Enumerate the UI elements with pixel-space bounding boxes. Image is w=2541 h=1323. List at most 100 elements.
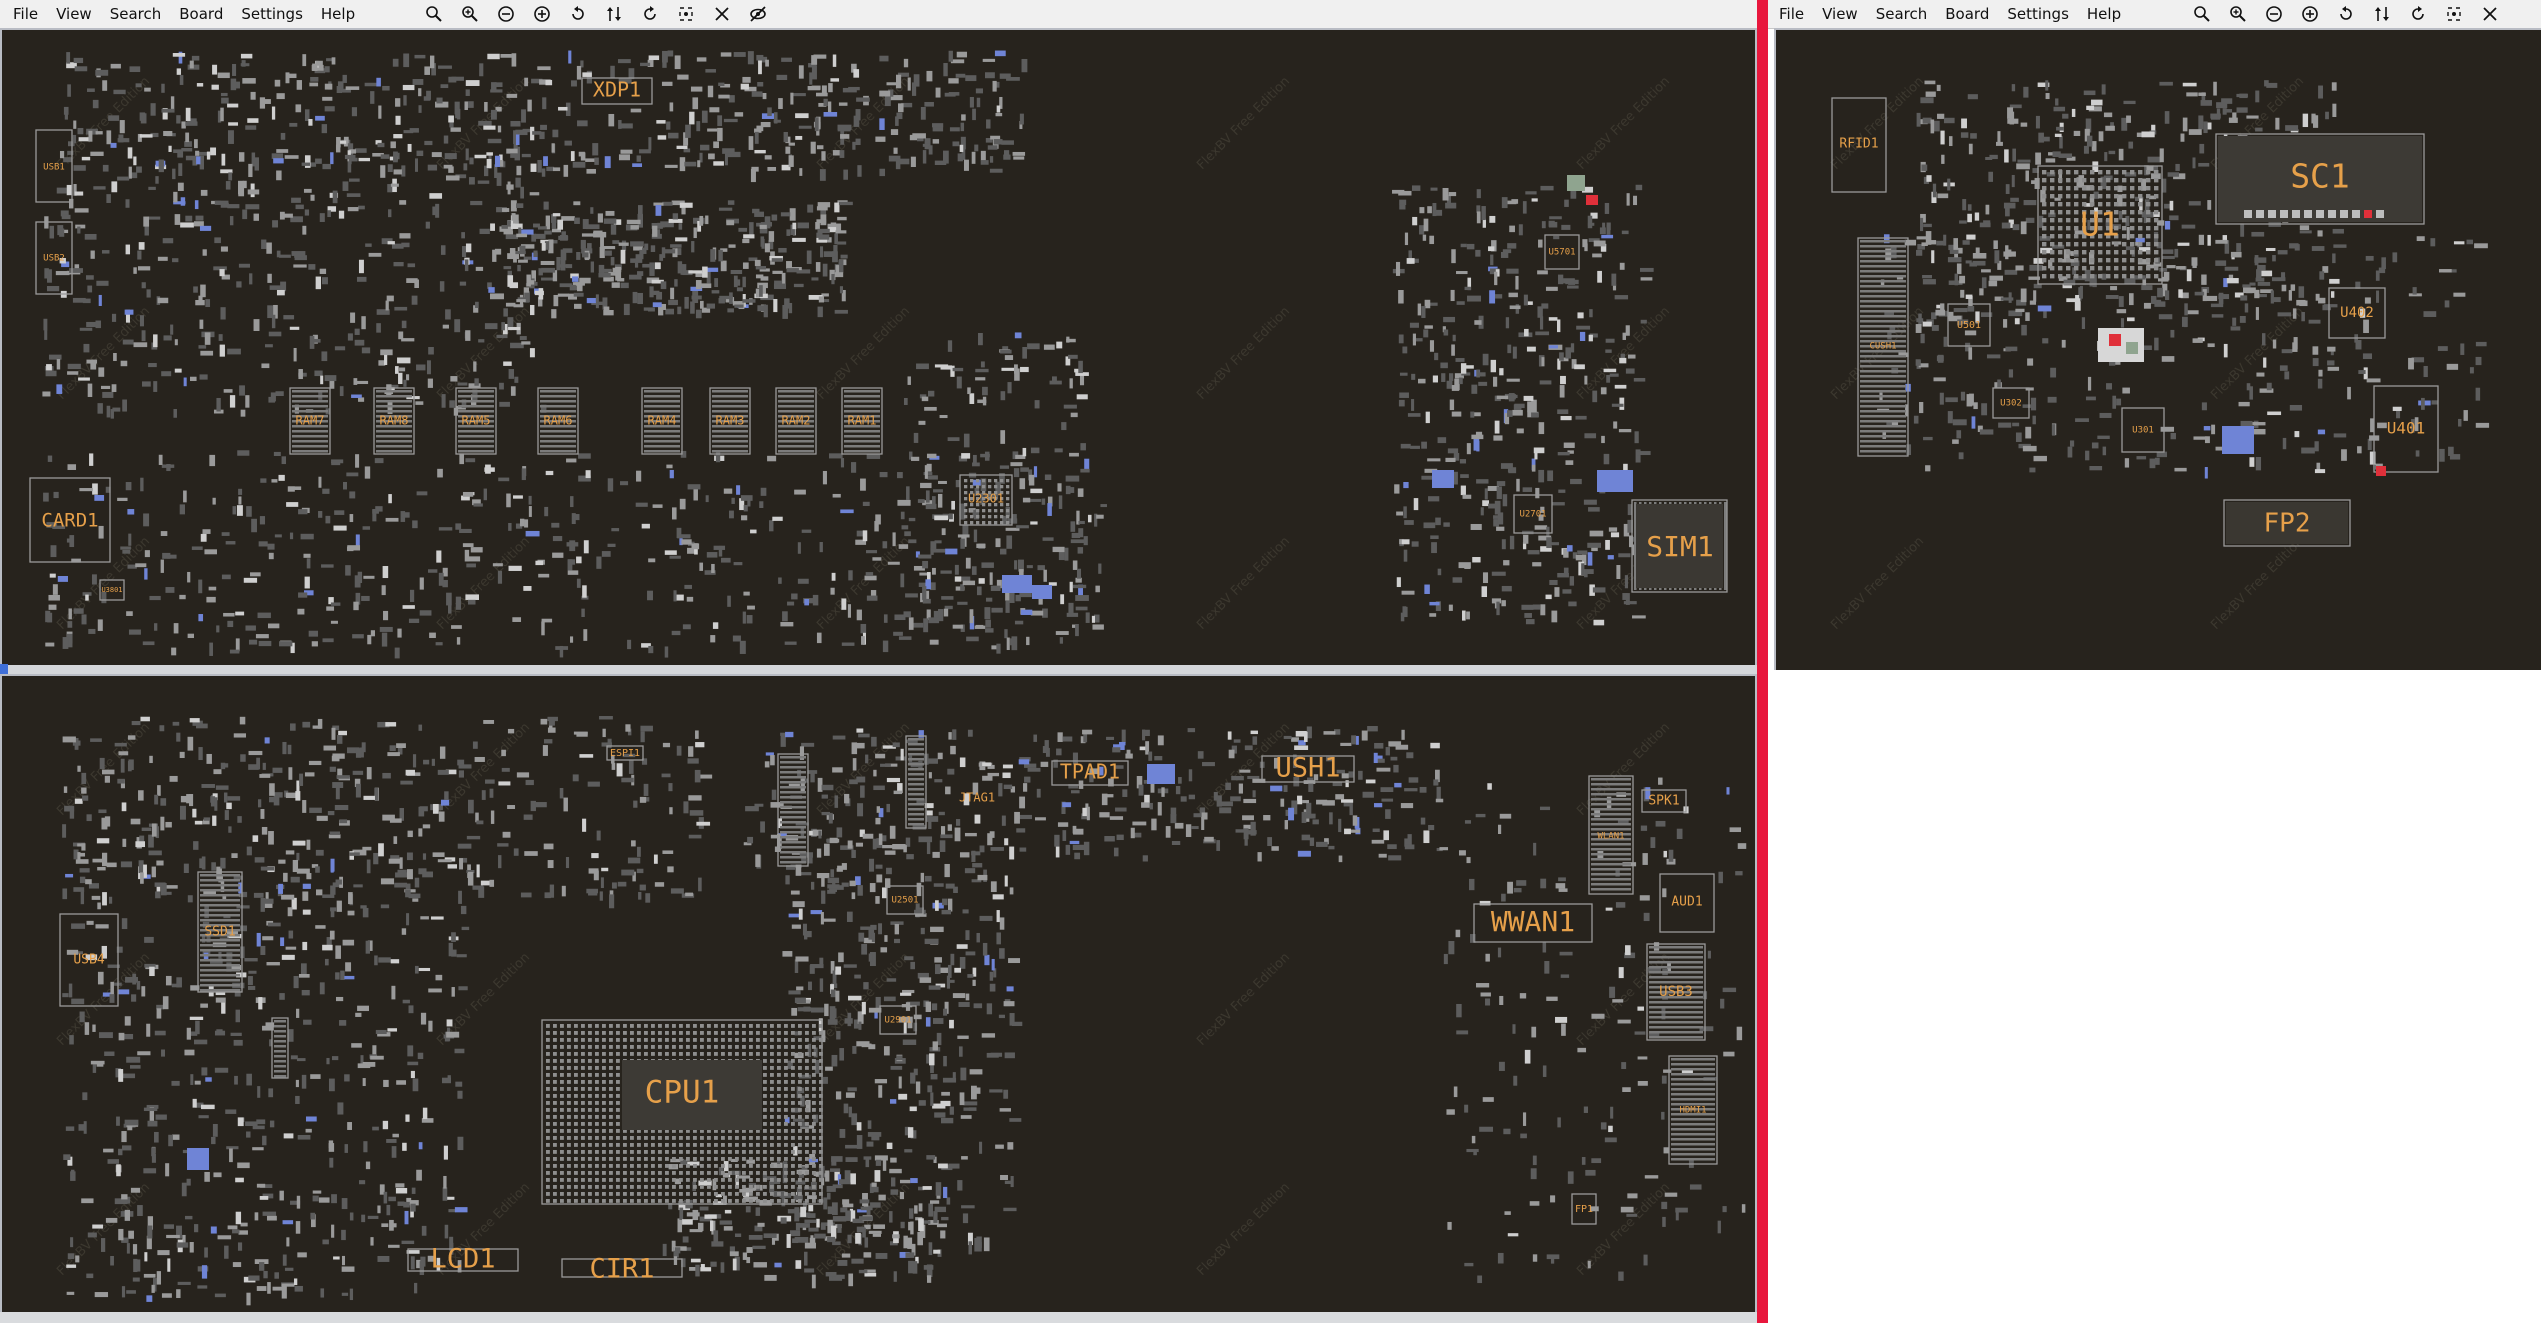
label-sim1: SIM1 bbox=[1646, 530, 1713, 563]
smd-component bbox=[764, 155, 772, 160]
smd-component bbox=[913, 1014, 922, 1020]
menu-view[interactable]: View bbox=[47, 5, 101, 23]
smd-component bbox=[636, 868, 644, 874]
smd-component bbox=[124, 1119, 139, 1126]
smd-component bbox=[352, 770, 364, 775]
menu-file[interactable]: File bbox=[4, 5, 47, 23]
top-board-canvas[interactable]: FlexBV Free Edition FlexBV Free Edition Fl… bbox=[2, 30, 1755, 666]
smd-component bbox=[1661, 1201, 1668, 1210]
smd-component bbox=[181, 148, 193, 152]
connector-pin bbox=[458, 395, 494, 398]
smd-component bbox=[976, 932, 980, 943]
smd-component bbox=[393, 262, 404, 267]
smd-component bbox=[318, 511, 323, 518]
smd-component bbox=[682, 624, 691, 630]
smd-component bbox=[1587, 215, 1593, 229]
smd-component bbox=[639, 149, 651, 154]
smd-component bbox=[573, 201, 581, 206]
smd-component bbox=[264, 99, 271, 104]
bga-pad bbox=[976, 515, 980, 519]
smd-component bbox=[577, 120, 588, 127]
hide-icon[interactable] bbox=[745, 3, 771, 25]
connector-pin bbox=[540, 445, 576, 448]
smd-component bbox=[89, 453, 94, 466]
smd-component bbox=[807, 204, 814, 213]
smd-component bbox=[927, 390, 935, 397]
smd-component bbox=[1478, 381, 1488, 386]
close-icon[interactable] bbox=[709, 3, 735, 25]
smd-component bbox=[947, 340, 953, 352]
smd-component bbox=[928, 772, 932, 779]
smd-component bbox=[1723, 1051, 1735, 1057]
smd-component bbox=[980, 160, 989, 165]
smd-component bbox=[232, 1262, 242, 1268]
smd-component bbox=[858, 1021, 862, 1030]
bga-pad bbox=[553, 1024, 557, 1028]
smd-component bbox=[772, 516, 783, 521]
smd-component bbox=[943, 63, 948, 77]
smd-component bbox=[822, 263, 828, 277]
smd-component bbox=[198, 295, 203, 304]
menu-search[interactable]: Search bbox=[101, 5, 171, 23]
smd-component bbox=[140, 872, 144, 884]
smd-component bbox=[362, 1078, 366, 1087]
smd-component bbox=[1620, 1206, 1634, 1213]
label-usb1: USB1 bbox=[43, 163, 65, 173]
menu-help[interactable]: Help bbox=[312, 5, 364, 23]
smd-component bbox=[349, 514, 354, 523]
smd-component bbox=[516, 165, 522, 176]
smd-component bbox=[869, 883, 876, 893]
connector-pin bbox=[540, 405, 576, 408]
smd-component bbox=[1560, 974, 1570, 978]
smd-component bbox=[1284, 820, 1289, 830]
rotate-ccw-icon[interactable] bbox=[565, 3, 591, 25]
flip-icon[interactable] bbox=[601, 3, 627, 25]
smd-component bbox=[1531, 464, 1536, 472]
bottom-board-view[interactable]: FlexBV Free Edition FlexBV Free Edition Fl… bbox=[0, 674, 1757, 1314]
smd-component bbox=[628, 760, 634, 774]
smd-component bbox=[1516, 428, 1524, 434]
smd-component bbox=[202, 249, 207, 256]
smd-component bbox=[788, 155, 794, 167]
smd-component bbox=[558, 235, 569, 240]
label-u2701: U2701 bbox=[1519, 510, 1546, 520]
smd-component bbox=[1496, 395, 1509, 400]
pane-splitter[interactable] bbox=[0, 665, 1757, 674]
smd-component bbox=[557, 293, 570, 297]
smd-component bbox=[511, 53, 517, 67]
smd-component bbox=[347, 333, 353, 341]
menu-settings[interactable]: Settings bbox=[232, 5, 312, 23]
smd-component bbox=[790, 92, 794, 105]
smd-component bbox=[406, 852, 413, 861]
bga-pad bbox=[595, 1038, 599, 1042]
smd-component bbox=[176, 732, 181, 742]
zoom-fit-icon[interactable] bbox=[421, 3, 447, 25]
smd-component bbox=[370, 1237, 374, 1246]
smd-component bbox=[921, 396, 929, 402]
smd-component bbox=[566, 458, 577, 463]
bottom-board-canvas[interactable]: FlexBV Free Edition FlexBV Free Edition Fl… bbox=[2, 676, 1755, 1312]
smd-component bbox=[637, 846, 641, 857]
zoom-reset-icon[interactable] bbox=[529, 3, 555, 25]
smd-component bbox=[987, 833, 993, 846]
zoom-out-icon[interactable] bbox=[493, 3, 519, 25]
smd-component bbox=[626, 219, 641, 225]
smd-component bbox=[1619, 262, 1625, 270]
smd-component bbox=[268, 331, 282, 337]
smd-component bbox=[257, 612, 271, 619]
menu-board[interactable]: Board bbox=[170, 5, 232, 23]
smd-component bbox=[110, 981, 114, 995]
smd-component bbox=[403, 379, 407, 387]
smd-component bbox=[977, 874, 988, 881]
fullscreen-icon[interactable] bbox=[673, 3, 699, 25]
top-board-view[interactable]: FlexBV Free Edition FlexBV Free Edition Fl… bbox=[0, 28, 1757, 668]
smd-component bbox=[1591, 1158, 1602, 1164]
label-usb2: USB2 bbox=[43, 254, 65, 264]
zoom-in-icon[interactable] bbox=[457, 3, 483, 25]
smd-component bbox=[278, 859, 286, 864]
rotate-cw-icon[interactable] bbox=[637, 3, 663, 25]
smd-component bbox=[750, 529, 757, 534]
smd-component bbox=[551, 143, 555, 153]
smd-component bbox=[412, 1078, 419, 1092]
smd-component bbox=[399, 233, 411, 239]
